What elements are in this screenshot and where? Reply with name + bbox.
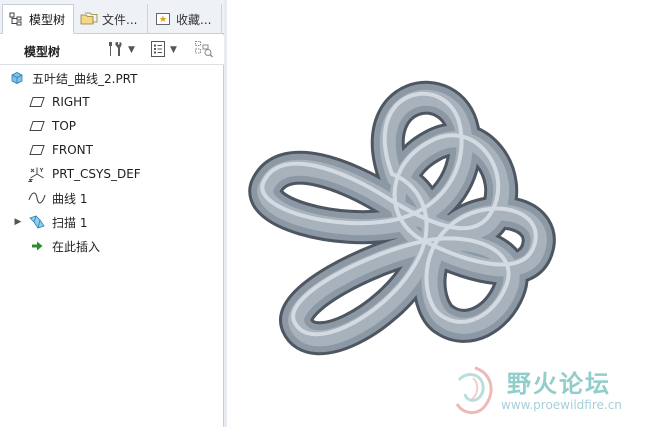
tree-item-label: PRT_CSYS_DEF — [52, 167, 141, 181]
tab-label: 文件... — [102, 12, 138, 27]
navigator-tabs: 模型树 文件... 收藏... — [0, 0, 224, 34]
tree-item-top[interactable]: TOP — [0, 114, 224, 138]
favorites-icon — [154, 11, 172, 27]
folder-browser-icon — [80, 11, 98, 27]
graphics-viewport[interactable]: 野火论坛 www.proewildfire.cn — [227, 0, 652, 427]
datum-plane-icon — [28, 142, 46, 158]
tab-folder-browser[interactable]: 文件... — [76, 4, 148, 34]
tree-item-front[interactable]: FRONT — [0, 138, 224, 162]
forum-watermark: 野火论坛 www.proewildfire.cn — [445, 360, 645, 420]
sweep-icon — [28, 214, 46, 230]
tree-filter-button[interactable] — [194, 40, 214, 60]
tree-item-insert-here[interactable]: 在此插入 — [0, 234, 224, 258]
tree-item-right[interactable]: RIGHT — [0, 90, 224, 114]
tab-label: 收藏... — [176, 12, 212, 27]
tree-item-sweep[interactable]: ▶ 扫描 1 — [0, 210, 224, 234]
chevron-down-icon: ▼ — [128, 45, 135, 55]
datum-plane-icon — [28, 118, 46, 134]
forum-logo-icon — [455, 366, 493, 414]
expand-arrow-icon[interactable]: ▶ — [12, 217, 24, 227]
tree-item-csys[interactable]: PRT_CSYS_DEF — [0, 162, 224, 186]
tree-root-item[interactable]: 五叶结_曲线_2.PRT — [0, 66, 224, 90]
insert-here-arrow-icon — [28, 238, 46, 254]
watermark-title: 野火论坛 — [507, 370, 611, 398]
model-tree-icon — [7, 11, 25, 27]
tree-item-label: 扫描 1 — [52, 215, 88, 230]
model-tree-title: 模型树 — [24, 45, 61, 59]
tab-favorites[interactable]: 收藏... — [150, 4, 222, 34]
model-tree: 五叶结_曲线_2.PRT RIGHT TOP FRONT PRT_CSYS_DE… — [0, 66, 224, 258]
part-icon — [8, 70, 26, 86]
tree-item-label: TOP — [52, 119, 77, 133]
chevron-down-icon: ▼ — [170, 45, 177, 55]
datum-plane-icon — [28, 94, 46, 110]
tree-item-label: 五叶结_曲线_2.PRT — [32, 71, 138, 86]
tree-item-label: RIGHT — [52, 95, 90, 109]
navigator-panel: 模型树 文件... 收藏... 模型树 ▼ ▼ 五叶结_曲线_2.PRT RIG… — [0, 0, 224, 427]
tree-item-label: FRONT — [52, 143, 93, 157]
tree-item-label: 曲线 1 — [52, 191, 88, 206]
model-tree-toolbar: 模型树 ▼ ▼ — [0, 35, 224, 65]
tab-model-tree[interactable]: 模型树 — [2, 4, 74, 34]
tree-item-label: 在此插入 — [52, 239, 101, 254]
tree-filter-icon — [194, 40, 214, 61]
coordinate-system-icon — [28, 166, 46, 182]
watermark-url: www.proewildfire.cn — [501, 398, 622, 412]
tree-show-button[interactable]: ▼ — [150, 40, 177, 60]
tree-settings-icon — [106, 40, 124, 61]
curve-icon — [28, 190, 46, 206]
tree-settings-button[interactable]: ▼ — [106, 40, 135, 60]
tab-label: 模型树 — [29, 12, 66, 27]
tree-show-icon — [150, 40, 166, 61]
tree-item-curve[interactable]: 曲线 1 — [0, 186, 224, 210]
app-window: 模型树 文件... 收藏... 模型树 ▼ ▼ 五叶结_曲线_2.PRT RIG… — [0, 0, 652, 427]
